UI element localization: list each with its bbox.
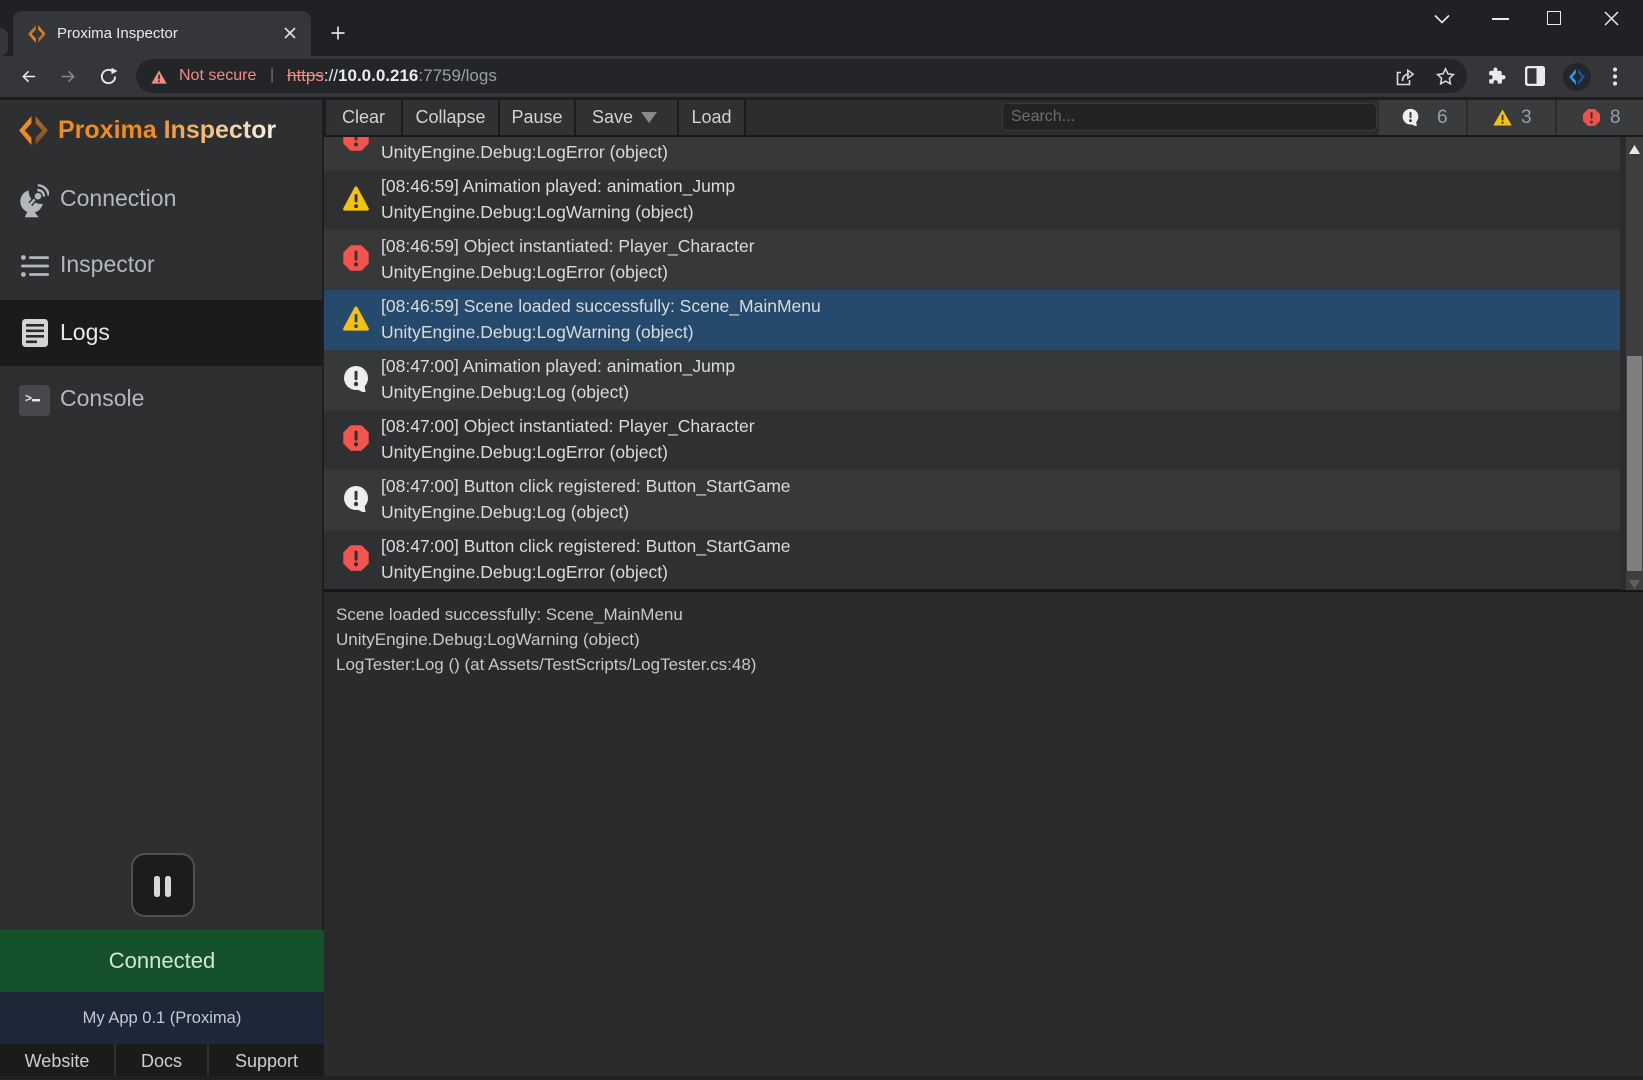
svg-text:>: >: [25, 391, 32, 405]
